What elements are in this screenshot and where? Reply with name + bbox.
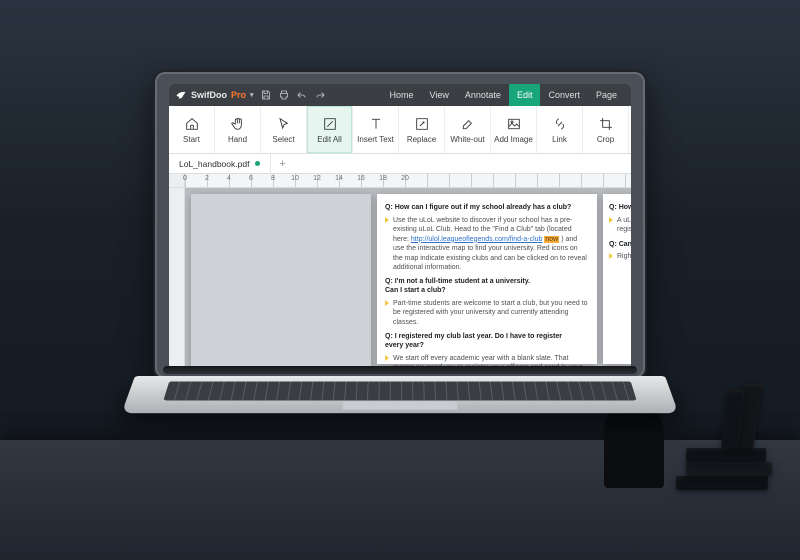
ribbon-toolbar: Start Hand Select Edit All [169, 106, 631, 154]
file-tab[interactable]: LoL_handbook.pdf [169, 154, 271, 173]
chevron-down-icon[interactable]: ▾ [250, 91, 254, 99]
whiteout-button[interactable]: White-out [445, 106, 491, 153]
menu-bar: Home View Annotate Edit Convert Page [382, 84, 625, 106]
inserttext-button[interactable]: Insert Text [353, 106, 399, 153]
print-icon[interactable] [278, 89, 290, 101]
document-page-side[interactable]: Q: How ma A uLoL club would registr Q: C… [603, 194, 631, 364]
addimage-label: Add Image [494, 135, 533, 144]
ruler-tick: 2 [205, 175, 209, 182]
titlebar: SwifDoo Pro ▾ Home View Annotate Edit [169, 84, 631, 106]
faq-q3-line1: Q: I registered my club last year. Do I … [385, 333, 589, 342]
replace-icon [414, 116, 430, 132]
hand-label: Hand [228, 135, 247, 144]
link-label: Link [552, 135, 567, 144]
select-label: Select [272, 135, 294, 144]
select-button[interactable]: Select [261, 106, 307, 153]
link-button[interactable]: Link [537, 106, 583, 153]
start-button[interactable]: Start [169, 106, 215, 153]
menu-page[interactable]: Page [588, 84, 625, 106]
page-canvas[interactable]: Q: How can I figure out if my school alr… [185, 188, 631, 368]
ruler-tick: 16 [357, 175, 365, 182]
hand-icon [230, 116, 246, 132]
menu-convert[interactable]: Convert [540, 84, 588, 106]
editall-label: Edit All [317, 135, 341, 144]
faq-q2-line1: Q: I'm not a full-time student at a univ… [385, 278, 589, 287]
crop-button[interactable]: Crop [583, 106, 629, 153]
hand-button[interactable]: Hand [215, 106, 261, 153]
whiteout-icon [460, 116, 476, 132]
ruler-tick: 4 [227, 175, 231, 182]
replace-label: Replace [407, 135, 436, 144]
redo-icon[interactable] [314, 89, 326, 101]
faq-q3-line2: every year? [385, 342, 589, 351]
select-icon [276, 116, 292, 132]
menu-view[interactable]: View [422, 84, 457, 106]
faq-a1: Use the uLoL website to discover if your… [393, 216, 589, 273]
editall-icon [322, 116, 338, 132]
app-window: SwifDoo Pro ▾ Home View Annotate Edit [169, 84, 631, 368]
side-q1: Q: How ma [609, 204, 631, 213]
brand-main: SwifDoo [191, 90, 227, 100]
addimage-icon [506, 116, 522, 132]
whiteout-label: White-out [450, 135, 484, 144]
menu-annotate[interactable]: Annotate [457, 84, 509, 106]
menu-edit[interactable]: Edit [509, 84, 541, 106]
undo-icon[interactable] [296, 89, 308, 101]
save-icon[interactable] [260, 89, 272, 101]
inserttext-icon [368, 116, 384, 132]
inserttext-label: Insert Text [357, 135, 394, 144]
document-tabstrip: LoL_handbook.pdf + [169, 154, 631, 174]
quick-access-toolbar [260, 89, 326, 101]
menu-home[interactable]: Home [382, 84, 422, 106]
vertical-ruler [169, 188, 185, 368]
ruler-tick: 8 [271, 175, 275, 182]
ruler-tick: 14 [335, 175, 343, 182]
bird-icon [175, 89, 187, 101]
document-page-main[interactable]: Q: How can I figure out if my school alr… [377, 194, 597, 364]
addimage-button[interactable]: Add Image [491, 106, 537, 153]
ruler-tick: 10 [291, 175, 299, 182]
crop-icon [598, 116, 614, 132]
ruler-tick: 20 [401, 175, 409, 182]
ruler-tick: 12 [313, 175, 321, 182]
side-q2: Q: Can hig [609, 241, 631, 250]
page-thumbnail-blank [191, 194, 371, 368]
add-tab-button[interactable]: + [271, 154, 293, 173]
modified-dot-icon [255, 161, 260, 166]
ruler-tick: 0 [183, 175, 187, 182]
editall-button[interactable]: Edit All [307, 106, 353, 153]
workspace: Q: How can I figure out if my school alr… [169, 188, 631, 368]
ruler-tick: 6 [249, 175, 253, 182]
file-tab-name: LoL_handbook.pdf [179, 159, 249, 169]
side-a1: A uLoL club would registr [617, 216, 631, 235]
link-icon [552, 116, 568, 132]
horizontal-ruler: 0 2 4 6 8 10 12 14 16 18 20 [169, 174, 631, 188]
faq-a1-highlight: now [544, 236, 559, 243]
start-label: Start [183, 135, 200, 144]
side-a2: Right verifie [617, 252, 631, 261]
app-brand: SwifDoo Pro ▾ [175, 89, 254, 101]
faq-a1-link[interactable]: http://ulol.leagueoflegends.com/find-a-c… [411, 236, 543, 243]
home-icon [184, 116, 200, 132]
brand-suffix: Pro [231, 90, 246, 100]
faq-q1: Q: How can I figure out if my school alr… [385, 204, 589, 213]
faq-q2-line2: Can I start a club? [385, 287, 589, 296]
ruler-tick: 18 [379, 175, 387, 182]
replace-button[interactable]: Replace [399, 106, 445, 153]
faq-a2: Part-time students are welcome to start … [393, 299, 589, 327]
crop-label: Crop [597, 135, 614, 144]
